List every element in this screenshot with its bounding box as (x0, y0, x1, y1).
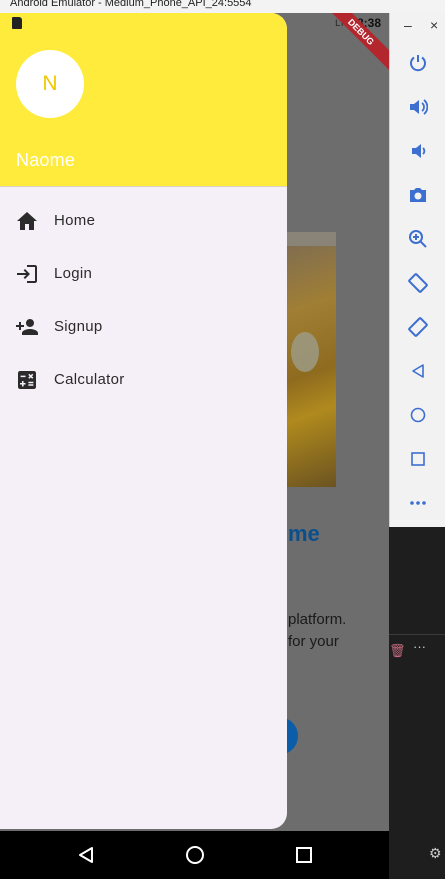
drawer-item-label: Home (54, 212, 96, 229)
emulator-window-title: Android Emulator - Medium_Phone_API_24:5… (0, 0, 445, 13)
gear-icon[interactable]: ⚙ (429, 845, 442, 862)
description-line-1: platform. (288, 611, 347, 628)
calculator-icon (16, 369, 38, 391)
divider (389, 634, 445, 635)
avatar[interactable]: N (16, 50, 84, 118)
more-actions-icon[interactable]: ··· (413, 639, 426, 654)
account-name: Naome (16, 150, 76, 170)
rotate-left-icon[interactable] (390, 261, 445, 305)
drawer-item-label: Signup (54, 318, 103, 335)
back-icon[interactable] (390, 349, 445, 393)
drawer-header: N Naome (0, 13, 287, 187)
power-icon[interactable] (390, 41, 445, 85)
nav-home-icon[interactable] (183, 843, 207, 867)
avatar-initial: N (42, 72, 58, 95)
camera-icon[interactable] (390, 173, 445, 217)
app-screen: me platform. for your LTE 8:38 DEBUG N N… (0, 13, 389, 831)
welcome-heading: me (288, 521, 320, 546)
drawer-item-home[interactable]: Home (0, 194, 287, 247)
drawer-item-signup[interactable]: Signup (0, 300, 287, 353)
person-add-icon (16, 316, 38, 338)
emulator-toolbar: – × (389, 13, 445, 527)
drawer-menu: Home Login Signup Calculator (0, 194, 287, 406)
home-icon (16, 210, 38, 232)
volume-up-icon[interactable] (390, 85, 445, 129)
home-icon[interactable] (390, 393, 445, 437)
drawer-item-label: Calculator (54, 371, 125, 388)
rotate-right-icon[interactable] (390, 305, 445, 349)
volume-down-icon[interactable] (390, 129, 445, 173)
fashion-image (287, 232, 336, 487)
trash-icon[interactable]: 🗑 (389, 643, 406, 659)
clothing-rail (287, 232, 336, 246)
nav-back-icon[interactable] (74, 843, 98, 867)
sd-card-icon (12, 17, 22, 29)
login-icon (16, 263, 38, 285)
navigation-drawer: N Naome Home Login Signup Calculator (0, 13, 287, 829)
minimize-icon[interactable]: – (404, 17, 412, 33)
nav-overview-icon[interactable] (292, 843, 316, 867)
drawer-item-calculator[interactable]: Calculator (0, 353, 287, 406)
drawer-item-label: Login (54, 265, 93, 282)
zoom-icon[interactable] (390, 217, 445, 261)
close-icon[interactable]: × (430, 17, 438, 33)
system-navigation-bar (0, 831, 389, 879)
editor-side-panel: 🗑 ··· ⚙ (389, 527, 445, 879)
toolbar-window-controls: – × (390, 13, 445, 41)
description-line-2: for your (288, 633, 339, 650)
more-icon[interactable] (390, 481, 445, 525)
phone-frame: me platform. for your LTE 8:38 DEBUG N N… (0, 13, 389, 879)
window-title-text: Android Emulator - Medium_Phone_API_24:5… (10, 0, 252, 9)
image-detail (291, 332, 319, 372)
drawer-item-login[interactable]: Login (0, 247, 287, 300)
overview-icon[interactable] (390, 437, 445, 481)
